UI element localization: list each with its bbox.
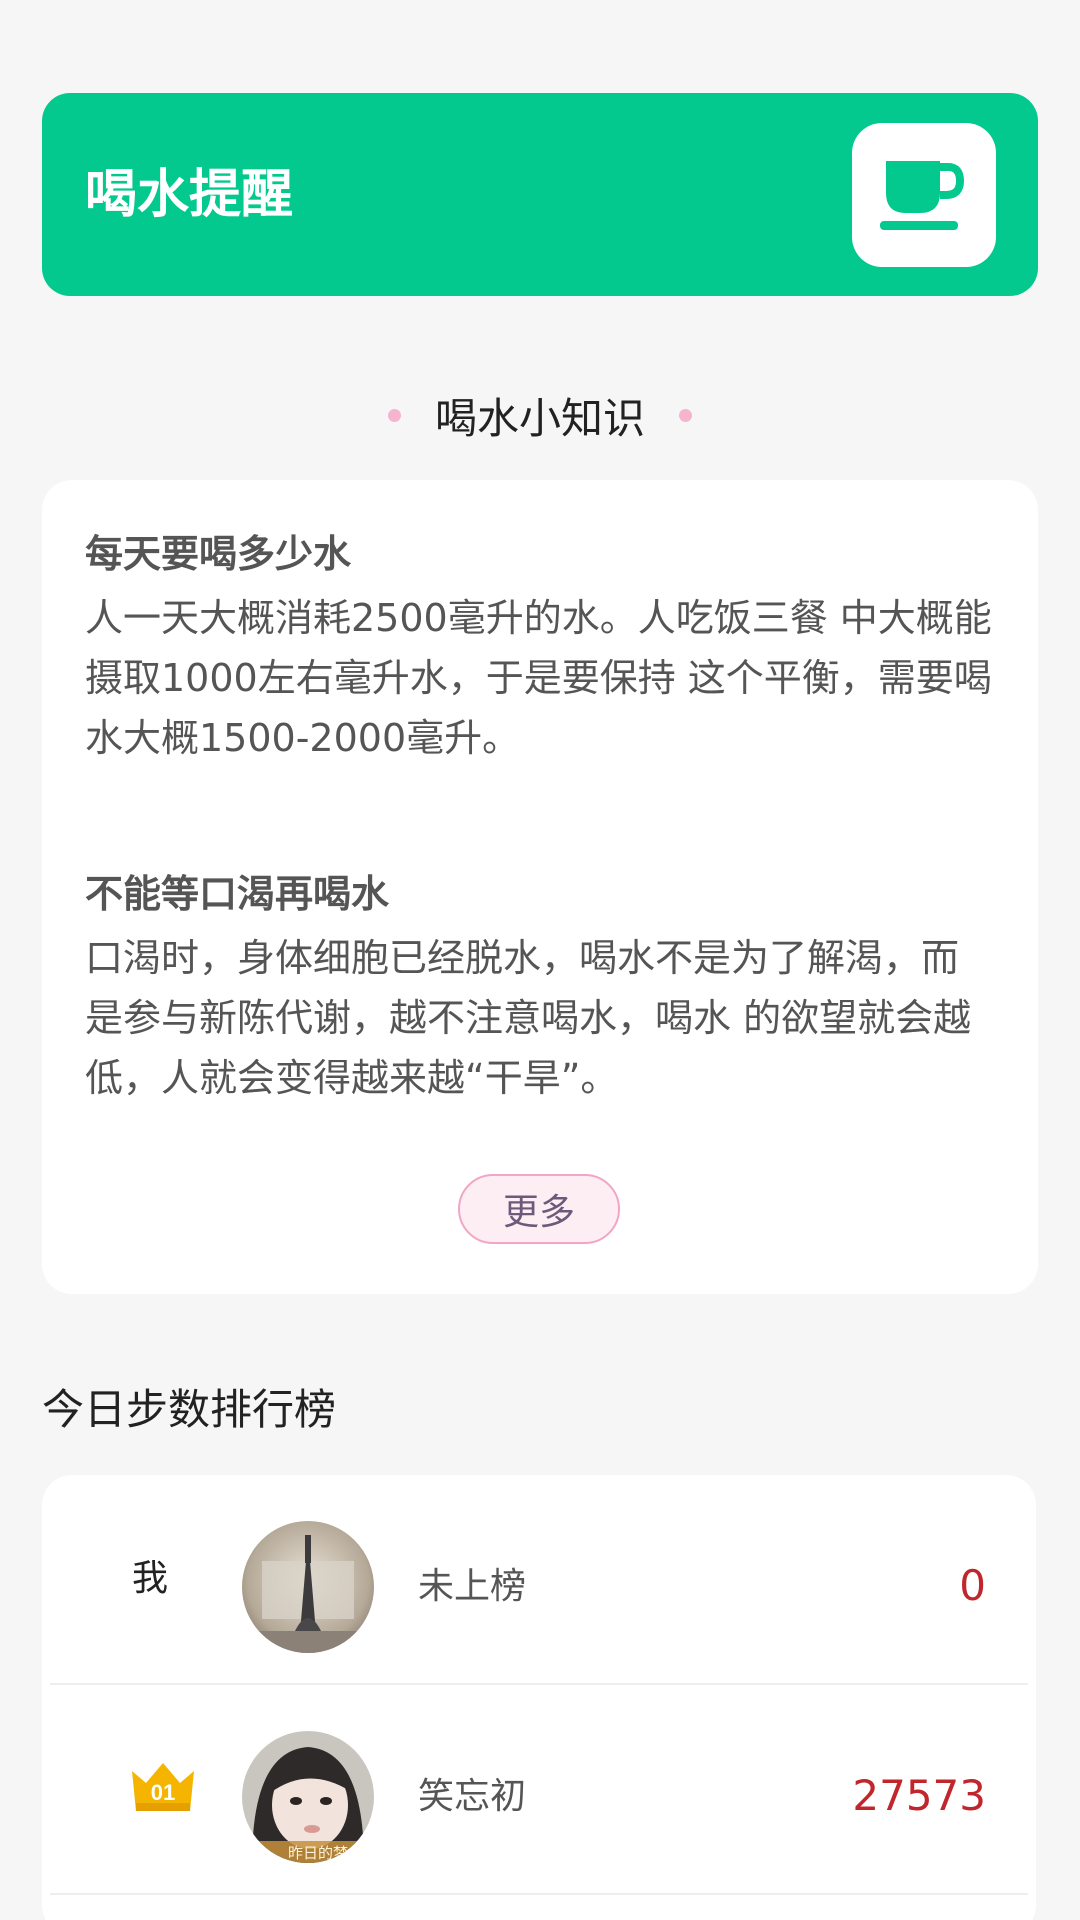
crown-icon: 01	[132, 1763, 194, 1811]
leaderboard-card: 我 未上榜 0 01 昨日的梦 笑忘初 27573	[42, 1475, 1036, 1920]
tips-heading-text: 喝水小知识	[434, 393, 645, 443]
tip-body: 人一天大概消耗2500毫升的水。人吃饭三餐 中大概能摄取1000左右毫升水，于是…	[85, 596, 992, 760]
crown-rank-number: 01	[151, 1780, 175, 1805]
leaderboard-title: 今日步数排行榜	[42, 1385, 337, 1434]
tip-item: 不能等口渴再喝水 口渴时，身体细胞已经脱水，喝水不是为了解渴，而是参与新陈代谢，…	[85, 870, 995, 1108]
user-name: 笑忘初	[418, 1776, 527, 1817]
avatar-caption: 昨日的梦	[288, 1844, 348, 1862]
heading-dot-right	[679, 408, 692, 422]
heading-dot-left	[387, 408, 401, 422]
leaderboard-row-me[interactable]: 我 未上榜 0	[50, 1475, 1028, 1685]
tip-title: 每天要喝多少水	[85, 532, 352, 576]
step-count: 0	[959, 1561, 986, 1610]
banner-icon-button[interactable]	[852, 123, 996, 267]
tips-heading: 喝水小知识	[0, 385, 1080, 445]
header-banner[interactable]: 喝水提醒	[42, 93, 1038, 296]
tip-item: 每天要喝多少水 人一天大概消耗2500毫升的水。人吃饭三餐 中大概能摄取1000…	[85, 530, 995, 768]
avatar[interactable]: 昨日的梦	[242, 1731, 374, 1863]
avatar-eiffel-image	[242, 1521, 374, 1653]
app-title: 喝水提醒	[85, 165, 294, 225]
tips-card: 每天要喝多少水 人一天大概消耗2500毫升的水。人吃饭三餐 中大概能摄取1000…	[42, 480, 1038, 1294]
coffee-cup-icon	[880, 161, 965, 230]
more-button[interactable]: 更多	[458, 1174, 620, 1244]
avatar-girl-image: 昨日的梦	[242, 1731, 374, 1863]
page: 喝水提醒 喝水小知识 每天要喝多少水 人一天大概消耗2500毫升的水。人吃饭三餐…	[0, 0, 1080, 1920]
leaderboard-row-rank-1[interactable]: 01 昨日的梦 笑忘初 27573	[50, 1685, 1028, 1895]
step-count: 27573	[852, 1771, 986, 1820]
tip-body: 口渴时，身体细胞已经脱水，喝水不是为了解渴，而是参与新陈代谢，越不注意喝水，喝水…	[85, 936, 972, 1100]
user-name: 未上榜	[418, 1566, 527, 1607]
rank-label: 我	[131, 1558, 168, 1599]
avatar[interactable]	[242, 1521, 374, 1653]
tip-title: 不能等口渴再喝水	[85, 872, 390, 916]
